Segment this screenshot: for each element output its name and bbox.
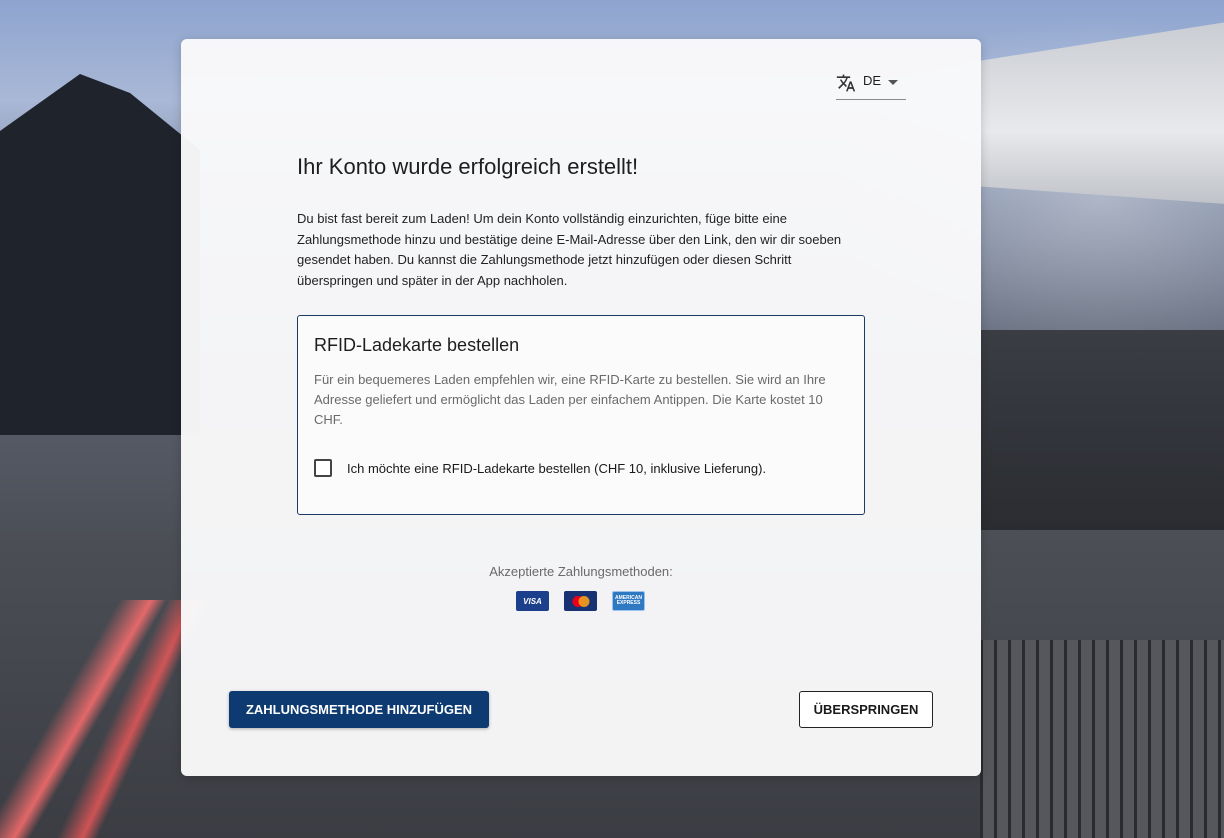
intro-text: Du bist fast bereit zum Laden! Um dein K… bbox=[297, 211, 842, 288]
rfid-order-checkbox[interactable] bbox=[314, 459, 332, 477]
background-mountain bbox=[0, 74, 200, 435]
rfid-card-section: RFID-Ladekarte bestellen Für ein bequeme… bbox=[297, 315, 865, 515]
visa-logo-text: VISA bbox=[523, 596, 542, 606]
translate-icon bbox=[836, 74, 856, 92]
background-railing bbox=[980, 640, 1224, 838]
amex-icon: AMERICAN EXPRESS bbox=[612, 591, 645, 611]
background-building bbox=[980, 330, 1224, 530]
language-selector[interactable]: DE bbox=[836, 72, 906, 100]
page-title: Ihr Konto wurde erfolgreich erstellt! bbox=[297, 154, 639, 179]
skip-button[interactable]: ÜBERSPRINGEN bbox=[799, 691, 933, 728]
add-payment-method-button[interactable]: ZAHLUNGSMETHODE HINZUFÜGEN bbox=[229, 691, 489, 728]
chevron-down-icon bbox=[888, 80, 899, 85]
rfid-section-description: Für ein bequemeres Laden empfehlen wir, … bbox=[314, 372, 826, 427]
payment-method-icons: VISA AMERICAN EXPRESS bbox=[516, 591, 645, 611]
rfid-section-title: RFID-Ladekarte bestellen bbox=[314, 335, 520, 355]
rfid-order-option[interactable]: Ich möchte eine RFID-Ladekarte bestellen… bbox=[314, 459, 766, 477]
amex-logo-text: AMERICAN EXPRESS bbox=[615, 595, 642, 606]
language-code: DE bbox=[863, 73, 882, 88]
accepted-payments-label: Akzeptierte Zahlungsmethoden: bbox=[489, 564, 673, 579]
mastercard-icon bbox=[564, 591, 597, 611]
registration-success-card: DE Ihr Konto wurde erfolgreich erstellt!… bbox=[181, 39, 981, 776]
rfid-order-checkbox-label[interactable]: Ich möchte eine RFID-Ladekarte bestellen… bbox=[347, 461, 766, 476]
visa-icon: VISA bbox=[516, 591, 549, 611]
background-canopy bbox=[980, 20, 1224, 205]
